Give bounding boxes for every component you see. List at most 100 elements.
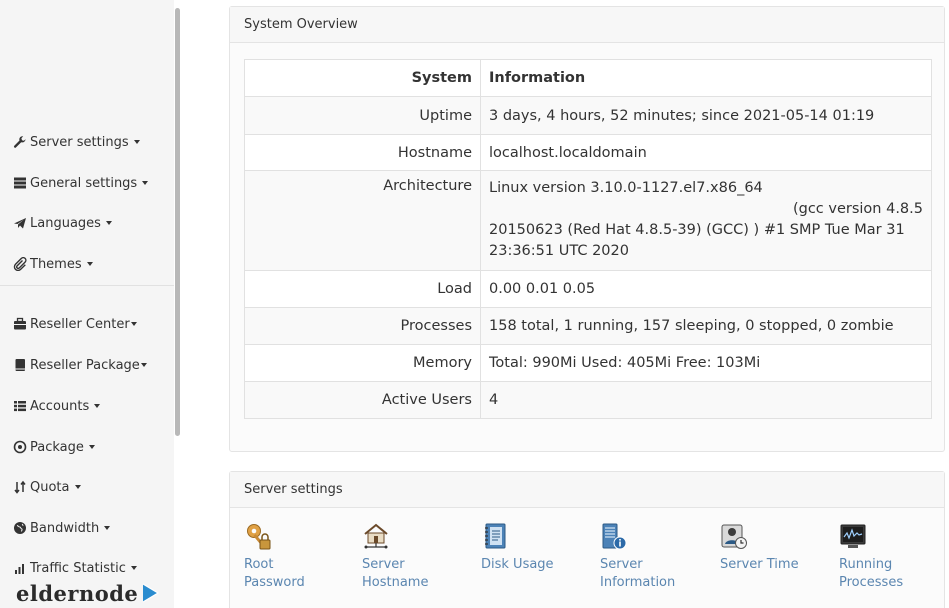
- architecture-line-2: (gcc version 4.8.5: [792, 201, 923, 217]
- logo-text: eldernode: [16, 580, 139, 606]
- row-key: Hostname: [244, 134, 481, 171]
- tool-label: Root Password: [244, 556, 344, 592]
- menu-label: Package: [30, 439, 84, 455]
- menu-accounts[interactable]: Accounts: [12, 395, 101, 417]
- menu-general-settings[interactable]: General settings: [12, 172, 149, 194]
- server-settings-panel: Server settings Root Password Server Hos…: [229, 471, 945, 608]
- architecture-line-4: 23:36:51 UTC 2020: [489, 243, 629, 259]
- tool-label-line-1: Server: [362, 557, 405, 572]
- table-header-row: System Information: [244, 59, 932, 97]
- server-icon: [12, 176, 28, 190]
- monitor-graph-icon: [840, 524, 866, 548]
- row-key: Uptime: [244, 96, 481, 135]
- menu-label: Accounts: [30, 398, 90, 414]
- caret-down-icon: [104, 526, 111, 530]
- target-icon: [12, 440, 28, 454]
- caret-down-icon: [94, 404, 101, 408]
- caret-down-icon: [130, 322, 137, 326]
- column-header-system: System: [244, 59, 481, 97]
- menu-quota[interactable]: Quota: [12, 476, 81, 498]
- system-overview-panel: System Overview System Information Uptim…: [229, 6, 945, 452]
- bar-chart-icon: [12, 561, 28, 575]
- menu-label: Reseller Center: [30, 316, 130, 332]
- panel-title: Server settings: [230, 472, 944, 508]
- tool-server-time[interactable]: Server Time: [720, 522, 820, 574]
- sort-icon: [12, 480, 28, 494]
- tool-label-line-1: Server Time: [720, 557, 799, 572]
- tool-label: Disk Usage: [481, 556, 581, 574]
- tool-label-line-2: Processes: [839, 575, 904, 590]
- row-value: 4: [480, 381, 932, 419]
- caret-down-icon: [88, 445, 95, 449]
- tool-label-line-1: Disk Usage: [481, 557, 554, 572]
- caret-down-icon: [130, 566, 137, 570]
- menu-label: Quota: [30, 479, 70, 495]
- tool-label-line-2: Hostname: [362, 575, 429, 590]
- menu-package[interactable]: Package: [12, 436, 95, 458]
- row-key: Memory: [244, 344, 481, 382]
- row-key: Active Users: [244, 381, 481, 419]
- play-arrow-icon: [142, 583, 160, 603]
- caret-down-icon: [133, 140, 140, 144]
- panel-title: System Overview: [230, 7, 944, 43]
- paper-plane-icon: [12, 216, 28, 230]
- row-key: Architecture: [244, 170, 481, 271]
- tools-grid: Root Password Server Hostname Disk Usage…: [244, 522, 934, 592]
- menu-languages[interactable]: Languages: [12, 212, 112, 234]
- tool-label: Server Information: [600, 556, 700, 592]
- architecture-line-3: 20150623 (Red Hat 4.8.5-39) (GCC) ) #1 S…: [489, 222, 905, 238]
- table-row: Uptime 3 days, 4 hours, 52 minutes; sinc…: [244, 96, 932, 135]
- tool-disk-usage[interactable]: Disk Usage: [481, 522, 581, 574]
- tool-label-line-1: Running: [839, 557, 893, 572]
- row-key: Load: [244, 270, 481, 308]
- tool-label: Server Time: [720, 556, 820, 574]
- menu-bandwidth[interactable]: Bandwidth: [12, 517, 111, 539]
- row-value: localhost.localdomain: [480, 134, 932, 171]
- sidebar-divider: [0, 285, 174, 286]
- briefcase-icon: [12, 317, 28, 331]
- user-clock-icon: [721, 524, 747, 549]
- menu-server-settings[interactable]: Server settings: [12, 131, 140, 153]
- tool-label-line-1: Root: [244, 557, 274, 572]
- tool-label-line-2: Password: [244, 575, 305, 590]
- tool-root-password[interactable]: Root Password: [244, 522, 344, 592]
- menu-traffic-statistic[interactable]: Traffic Statistic: [12, 557, 137, 579]
- menu-label: General settings: [30, 175, 138, 191]
- table-row: Processes 158 total, 1 running, 157 slee…: [244, 307, 932, 345]
- key-lock-icon: [247, 524, 271, 550]
- menu-label: Server settings: [30, 134, 129, 150]
- paperclip-icon: [12, 257, 28, 271]
- book-icon: [12, 358, 28, 372]
- tool-server-hostname[interactable]: Server Hostname: [362, 522, 462, 592]
- menu-themes[interactable]: Themes: [12, 253, 93, 275]
- notebook-icon: [485, 523, 506, 549]
- menu-label: Languages: [30, 215, 101, 231]
- globe-icon: [12, 521, 28, 535]
- table-row: Architecture Linux version 3.10.0-1127.e…: [244, 170, 932, 271]
- tool-label-line-2: Information: [600, 575, 676, 590]
- row-key: Processes: [244, 307, 481, 345]
- architecture-line-1: Linux version 3.10.0-1127.el7.x86_64: [489, 180, 763, 196]
- tool-label: Server Hostname: [362, 556, 462, 592]
- column-header-information: Information: [480, 59, 932, 97]
- menu-reseller-center[interactable]: Reseller Center: [12, 313, 137, 335]
- menu-label: Reseller Package: [30, 357, 140, 373]
- menu-label: Bandwidth: [30, 520, 100, 536]
- eldernode-logo: eldernode: [16, 580, 161, 606]
- row-value-architecture: Linux version 3.10.0-1127.el7.x86_64 (gc…: [480, 170, 932, 271]
- tool-running-processes[interactable]: Running Processes: [839, 522, 939, 592]
- table-row: Active Users 4: [244, 381, 932, 419]
- menu-label: Traffic Statistic: [30, 560, 126, 576]
- row-value: 0.00 0.01 0.05: [480, 270, 932, 308]
- house-network-icon: [364, 523, 388, 549]
- wrench-icon: [12, 135, 28, 149]
- sidebar-scrollbar[interactable]: [175, 8, 180, 436]
- table-row: Hostname localhost.localdomain: [244, 134, 932, 171]
- caret-down-icon: [105, 221, 112, 225]
- caret-down-icon: [140, 363, 147, 367]
- menu-reseller-package[interactable]: Reseller Package: [12, 354, 147, 376]
- tool-server-information[interactable]: Server Information: [600, 522, 700, 592]
- table-row: Load 0.00 0.01 0.05: [244, 270, 932, 308]
- row-value: Total: 990Mi Used: 405Mi Free: 103Mi: [480, 344, 932, 382]
- tool-label-line-1: Server: [600, 557, 643, 572]
